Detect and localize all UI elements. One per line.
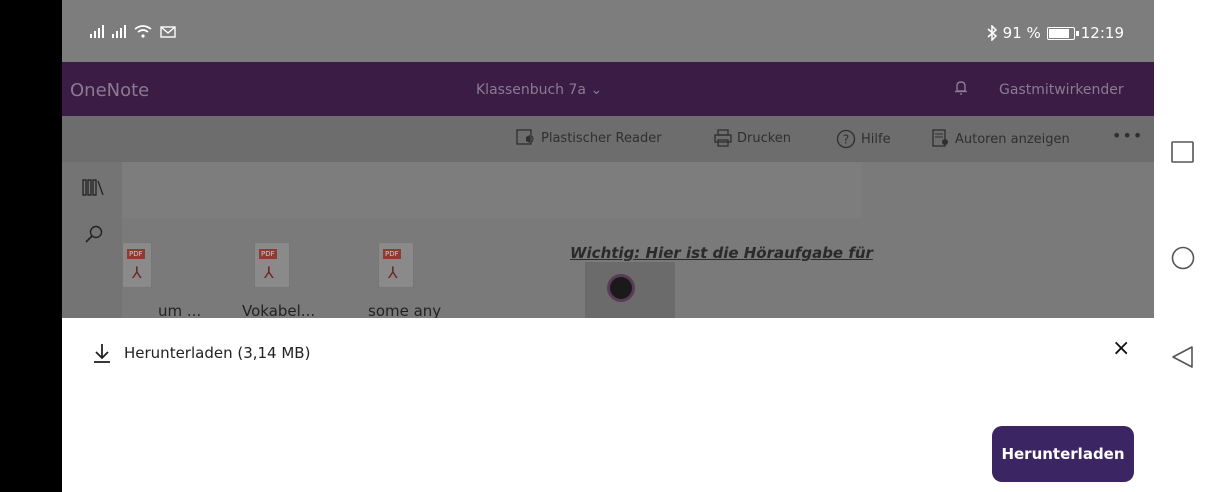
pdf-icon[interactable]: PDF ⅄ bbox=[378, 242, 414, 288]
acrobat-symbol-icon: ⅄ bbox=[132, 263, 142, 282]
help-label: Hilfe bbox=[861, 131, 891, 147]
download-button[interactable]: Herunterladen bbox=[992, 426, 1134, 482]
notebooks-icon[interactable] bbox=[82, 178, 104, 196]
immersive-reader-label: Plastischer Reader bbox=[541, 130, 662, 146]
status-icons-right: 91 % 12:19 bbox=[987, 24, 1124, 42]
status-bar: 91 % 12:19 bbox=[62, 0, 1154, 62]
battery-fill bbox=[1048, 28, 1069, 38]
audio-attachment[interactable] bbox=[585, 262, 675, 318]
signal-icon-2 bbox=[112, 24, 126, 38]
authors-icon bbox=[932, 129, 948, 147]
bell-icon[interactable] bbox=[954, 80, 968, 96]
immersive-reader-icon bbox=[516, 129, 534, 145]
status-icons-left bbox=[90, 24, 176, 38]
clock: 12:19 bbox=[1080, 24, 1124, 42]
download-header: Herunterladen (3,14 MB) bbox=[92, 342, 310, 364]
wifi-icon bbox=[134, 25, 152, 38]
signal-icon bbox=[90, 24, 104, 38]
toolbar: Plastischer Reader Drucken ? Hilfe Autor… bbox=[62, 116, 1154, 162]
home-icon[interactable] bbox=[1170, 245, 1196, 271]
help-icon: ? bbox=[836, 129, 856, 149]
download-sheet: Herunterladen (3,14 MB) × Herunterladen bbox=[62, 318, 1154, 492]
redacted-filename bbox=[132, 390, 354, 420]
pdf-tag: PDF bbox=[383, 249, 401, 259]
show-authors-label: Autoren anzeigen bbox=[955, 131, 1070, 147]
app-name: OneNote bbox=[70, 80, 150, 101]
navigation-bar bbox=[1154, 0, 1212, 492]
acrobat-symbol-icon: ⅄ bbox=[264, 263, 274, 282]
battery-percent: 91 % bbox=[1002, 24, 1041, 42]
mail-icon bbox=[160, 26, 176, 38]
more-options-icon[interactable]: ••• bbox=[1112, 126, 1143, 145]
print-button[interactable]: Drucken bbox=[714, 129, 791, 147]
pdf-icon[interactable]: PDF ⅄ bbox=[254, 242, 290, 288]
print-label: Drucken bbox=[737, 130, 792, 146]
page-headline: Wichtig: Hier ist die Höraufgabe für bbox=[570, 244, 873, 262]
immersive-reader-button[interactable]: Plastischer Reader bbox=[516, 129, 662, 147]
printer-icon bbox=[714, 129, 732, 147]
back-icon[interactable] bbox=[1170, 345, 1196, 369]
search-icon[interactable] bbox=[84, 224, 104, 244]
page-title-field[interactable] bbox=[122, 162, 862, 218]
svg-text:?: ? bbox=[843, 133, 849, 147]
notebook-selector[interactable]: Klassenbuch 7a ⌄ bbox=[476, 82, 602, 98]
phone-screen: 91 % 12:19 OneNote Klassenbuch 7a ⌄ Gast… bbox=[62, 0, 1154, 492]
download-title: Herunterladen (3,14 MB) bbox=[124, 344, 311, 362]
bluetooth-icon bbox=[987, 25, 997, 41]
battery-icon bbox=[1046, 26, 1079, 40]
show-authors-button[interactable]: Autoren anzeigen bbox=[932, 129, 1070, 149]
recent-apps-icon[interactable] bbox=[1170, 140, 1196, 164]
app-header: OneNote Klassenbuch 7a ⌄ Gastmitwirkende… bbox=[62, 62, 1154, 116]
chevron-down-icon: ⌄ bbox=[590, 82, 603, 98]
help-button[interactable]: ? Hilfe bbox=[836, 129, 891, 149]
left-rail bbox=[62, 162, 122, 318]
pdf-icon[interactable]: PDF ⅄ bbox=[122, 242, 152, 288]
pdf-tag: PDF bbox=[127, 249, 145, 259]
audio-file-icon bbox=[607, 274, 635, 302]
pdf-tag: PDF bbox=[259, 249, 277, 259]
user-label[interactable]: Gastmitwirkender bbox=[999, 82, 1124, 98]
page-content: PDF ⅄ um ... PDF ⅄ Vokabel... PDF ⅄ some an… bbox=[62, 162, 1154, 320]
close-icon[interactable]: × bbox=[1112, 336, 1130, 361]
acrobat-symbol-icon: ⅄ bbox=[388, 263, 398, 282]
notebook-title: Klassenbuch 7a bbox=[476, 82, 586, 98]
download-icon bbox=[94, 344, 110, 363]
